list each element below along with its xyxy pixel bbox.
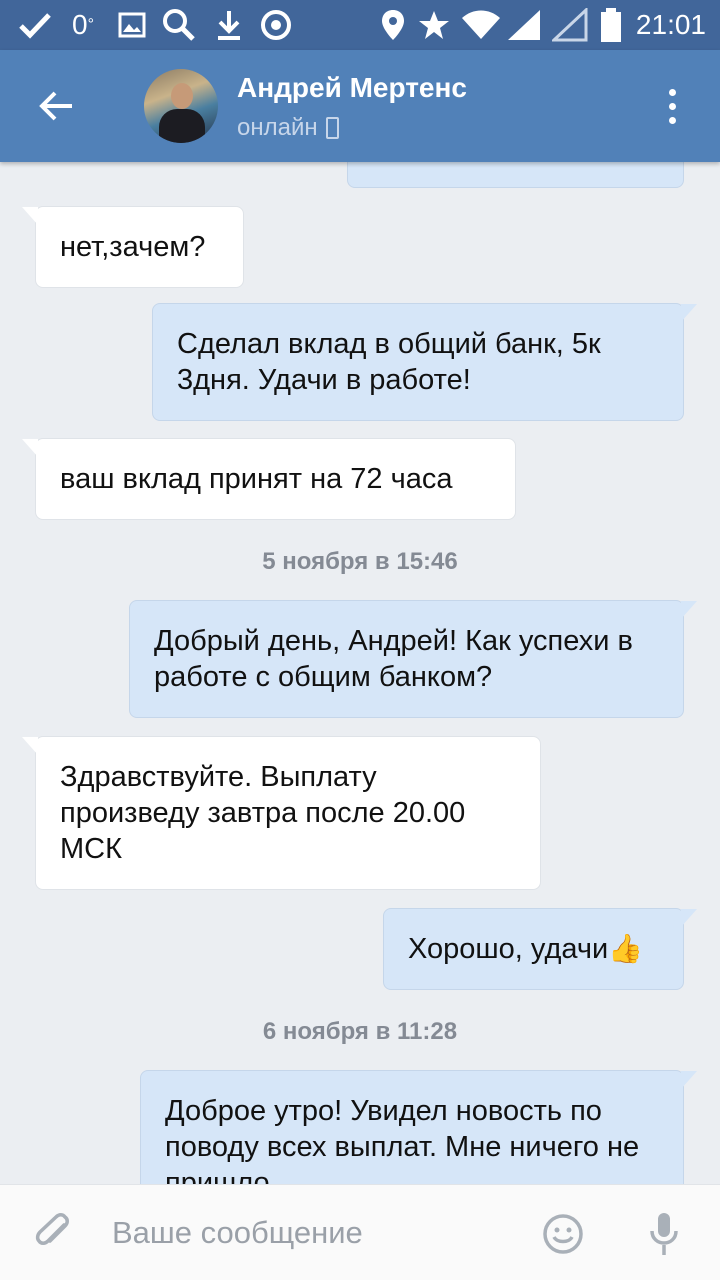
voice-message-button[interactable] — [644, 1209, 684, 1259]
battery-icon — [600, 0, 622, 50]
attach-button[interactable] — [30, 1209, 80, 1259]
chrome-icon — [260, 0, 292, 50]
microphone-icon — [650, 1213, 678, 1255]
message-bubble-incoming[interactable]: Здравствуйте. Выплату произведу завтра п… — [22, 736, 541, 890]
date-separator: 6 ноября в 11:28 — [262, 1018, 458, 1045]
message-input[interactable] — [112, 1207, 512, 1259]
check-icon — [18, 0, 52, 50]
message-bubble-outgoing[interactable] — [347, 162, 684, 188]
star-icon — [418, 0, 450, 50]
back-button[interactable] — [30, 80, 82, 132]
paperclip-icon — [35, 1213, 69, 1245]
message-bubble-outgoing[interactable]: Доброе утро! Увидел новость по поводу вс… — [140, 1070, 697, 1184]
message-bubble-outgoing[interactable]: Сделал вклад в общий банк, 5к 3дня. Удач… — [152, 303, 697, 421]
status-bar: 0 ° 21:01 — [0, 0, 720, 50]
data-usage-indicator: 0 ° — [72, 9, 94, 40]
message-bubble-incoming[interactable]: ваш вклад принят на 72 часа — [22, 438, 516, 520]
more-options-button[interactable] — [652, 82, 692, 130]
chat-header: Андрей Мертенс онлайн — [0, 50, 720, 162]
download-icon — [214, 0, 244, 50]
message-bubble-outgoing[interactable]: Добрый день, Андрей! Как успехи в работе… — [129, 600, 697, 718]
signal-icon-2 — [552, 0, 588, 50]
more-vertical-icon — [668, 88, 676, 96]
contact-name[interactable]: Андрей Мертенс — [237, 72, 467, 104]
location-icon — [380, 0, 406, 50]
online-status: онлайн — [237, 114, 339, 142]
emoji-button[interactable] — [542, 1213, 584, 1255]
avatar[interactable] — [144, 69, 218, 143]
message-list[interactable]: нет,зачем? Сделал вклад в общий банк, 5к… — [0, 162, 720, 1184]
mobile-phone-icon — [325, 117, 339, 139]
thumbs-up-icon: 👍 — [608, 933, 644, 964]
message-bubble-incoming[interactable]: нет,зачем? — [22, 206, 244, 288]
signal-icon — [506, 0, 542, 50]
image-icon — [118, 0, 146, 50]
message-bubble-outgoing[interactable]: Хорошо, удачи👍 — [383, 908, 697, 990]
search-icon — [162, 0, 196, 50]
date-separator: 5 ноября в 15:46 — [262, 548, 458, 575]
clock: 21:01 — [635, 9, 706, 40]
arrow-left-icon — [39, 91, 72, 121]
smiley-icon — [543, 1214, 583, 1254]
wifi-icon — [460, 0, 502, 50]
message-composer — [0, 1184, 720, 1280]
